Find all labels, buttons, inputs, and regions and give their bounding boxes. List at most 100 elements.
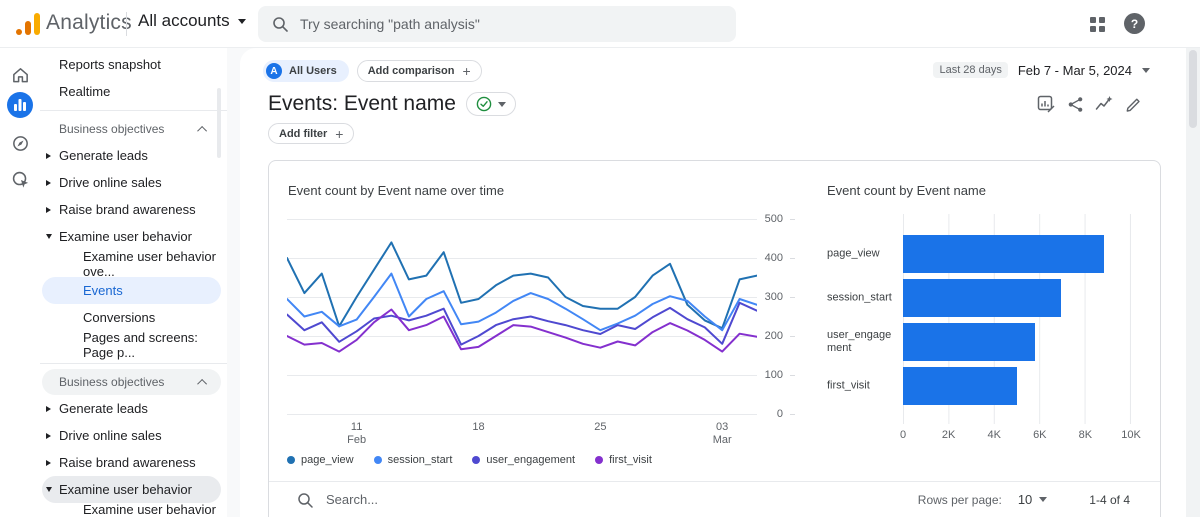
nav-reports-button[interactable]	[7, 92, 33, 118]
sidebar-item-label: Examine user behavior	[59, 229, 192, 244]
section-header-label: Business objectives	[59, 122, 165, 136]
line-chart-svg	[287, 219, 757, 415]
scrollbar-thumb[interactable]	[1189, 50, 1197, 128]
sidebar-item-generate-leads[interactable]: Generate leads	[42, 142, 221, 169]
date-range-preset-label: Last 28 days	[933, 62, 1008, 78]
sidebar-section-header-business-objectives[interactable]: Business objectives	[42, 116, 221, 142]
sidebar-item-generate-leads-2[interactable]: Generate leads	[42, 395, 221, 422]
account-selector-label: All accounts	[138, 11, 230, 30]
section-header-label: Business objectives	[59, 375, 165, 389]
audience-chip-label: All Users	[289, 65, 337, 77]
edit-report-icon	[1037, 95, 1055, 113]
sidebar-item-label: Raise brand awareness	[59, 455, 196, 470]
explore-icon	[12, 135, 28, 151]
x-axis-label: 25	[594, 421, 607, 433]
collapse-caret-icon	[46, 487, 52, 492]
y-axis-label: 300	[764, 291, 783, 303]
add-filter-button[interactable]: Add filter +	[268, 123, 355, 144]
sidebar-item-label: Pages and screens: Page p...	[83, 329, 198, 360]
line-chart-yticks	[790, 219, 795, 415]
chevron-down-icon	[497, 101, 506, 107]
global-search-input[interactable]: Try searching "path analysis"	[258, 6, 736, 42]
sidebar-item-label: Generate leads	[59, 401, 148, 416]
legend-item-first_visit[interactable]: first_visit	[595, 454, 652, 466]
insights-icon	[1095, 96, 1113, 110]
sidebar-item-label: Examine user behavior ove...	[83, 248, 216, 279]
legend-item-session_start[interactable]: session_start	[373, 454, 452, 466]
sidebar-item-label: Examine user behavior	[59, 482, 192, 497]
home-icon	[12, 67, 28, 82]
pagination-range: 1-4 of 4	[1089, 492, 1130, 507]
y-axis-tick	[790, 375, 795, 376]
add-comparison-label: Add comparison	[367, 65, 455, 77]
reports-sidebar: Reports snapshot Realtime Business objec…	[40, 48, 227, 517]
nav-advertising-button[interactable]	[7, 166, 33, 192]
add-filter-label: Add filter	[279, 127, 328, 140]
sidebar-divider	[40, 110, 227, 111]
sidebar-item-pages-and-screens[interactable]: Pages and screens: Page p...	[42, 329, 221, 360]
report-action-icons	[1037, 95, 1142, 113]
vertical-scrollbar[interactable]	[1186, 48, 1200, 517]
y-axis-label: 0	[776, 408, 783, 420]
sidebar-item-label: Events	[83, 283, 123, 298]
sidebar-item-drive-online-sales[interactable]: Drive online sales	[42, 169, 221, 196]
account-selector[interactable]: All accounts	[138, 11, 246, 31]
sidebar-item-raise-brand-awareness[interactable]: Raise brand awareness	[42, 196, 221, 223]
sidebar-scrollbar[interactable]	[217, 88, 221, 158]
bar-category-label: session_start	[827, 291, 892, 304]
sidebar-section-header-business-objectives-2[interactable]: Business objectives	[42, 369, 221, 395]
rows-per-page-value: 10	[1017, 492, 1033, 507]
page-title: Events: Event name	[268, 92, 456, 115]
y-axis-label: 200	[764, 330, 783, 342]
rows-per-page-label: Rows per page:	[917, 492, 1002, 507]
legend-item-page_view[interactable]: page_view	[287, 454, 354, 466]
series-line-page_view	[287, 241, 757, 330]
appbar-divider	[126, 12, 127, 36]
sidebar-item-examine-user-behavior-overview-2[interactable]: Examine user behavior ove...	[42, 502, 221, 517]
advertising-icon	[12, 171, 28, 188]
sidebar-item-examine-user-behavior-2[interactable]: Examine user behavior	[42, 476, 221, 503]
customize-report-button[interactable]	[1037, 95, 1055, 113]
chevron-down-icon	[237, 18, 246, 24]
bar-x-axis-label: 0	[899, 429, 907, 441]
share-button[interactable]	[1066, 95, 1084, 113]
date-range-selector[interactable]: Last 28 days Feb 7 - Mar 5, 2024	[933, 62, 1150, 78]
add-comparison-button[interactable]: Add comparison +	[356, 60, 482, 82]
x-axis-label: 03 Mar	[712, 421, 732, 446]
sidebar-item-examine-user-behavior[interactable]: Examine user behavior	[42, 223, 221, 250]
legend-dot-icon	[373, 456, 382, 464]
sidebar-item-label: Conversions	[83, 310, 156, 325]
legend-dot-icon	[595, 456, 604, 464]
data-quality-dropdown[interactable]	[465, 92, 516, 116]
bar-first_visit	[903, 367, 1017, 405]
chevron-down-icon	[1039, 497, 1048, 502]
sidebar-item-reports-snapshot[interactable]: Reports snapshot	[42, 51, 221, 78]
bar-category-label: page_view	[827, 247, 880, 260]
sidebar-item-examine-user-behavior-overview[interactable]: Examine user behavior ove...	[42, 248, 221, 279]
edit-button[interactable]	[1124, 95, 1142, 113]
rows-per-page-select[interactable]: 10	[1017, 492, 1048, 507]
all-users-chip[interactable]: A All Users	[263, 60, 349, 82]
line-chart-legend: page_view session_start user_engagement fir…	[287, 454, 652, 466]
nav-home-button[interactable]	[7, 62, 33, 88]
apps-grid-icon[interactable]	[1090, 17, 1105, 32]
expand-caret-icon	[46, 179, 51, 186]
analytics-app: Analytics All accounts Try searching "pa…	[0, 0, 1200, 517]
bar-x-axis-label: 8K	[1078, 429, 1093, 441]
table-search-input[interactable]: Search...	[297, 492, 918, 508]
search-icon	[298, 492, 313, 508]
audience-avatar: A	[266, 63, 282, 79]
sidebar-item-conversions[interactable]: Conversions	[42, 304, 221, 331]
sidebar-item-raise-brand-awareness-2[interactable]: Raise brand awareness	[42, 449, 221, 476]
sidebar-item-events[interactable]: Events	[42, 277, 221, 304]
expand-caret-icon	[46, 459, 51, 466]
line-chart-yaxis: 0 100 200 300 400 500	[759, 213, 783, 420]
insights-button[interactable]	[1095, 95, 1113, 113]
search-icon	[273, 17, 288, 32]
legend-item-user_engagement[interactable]: user_engagement	[472, 454, 575, 466]
nav-explore-button[interactable]	[7, 130, 33, 156]
sidebar-item-drive-online-sales-2[interactable]: Drive online sales	[42, 422, 221, 449]
sidebar-item-realtime[interactable]: Realtime	[42, 78, 221, 105]
help-icon[interactable]: ?	[1124, 13, 1145, 34]
y-axis-tick	[790, 219, 795, 220]
